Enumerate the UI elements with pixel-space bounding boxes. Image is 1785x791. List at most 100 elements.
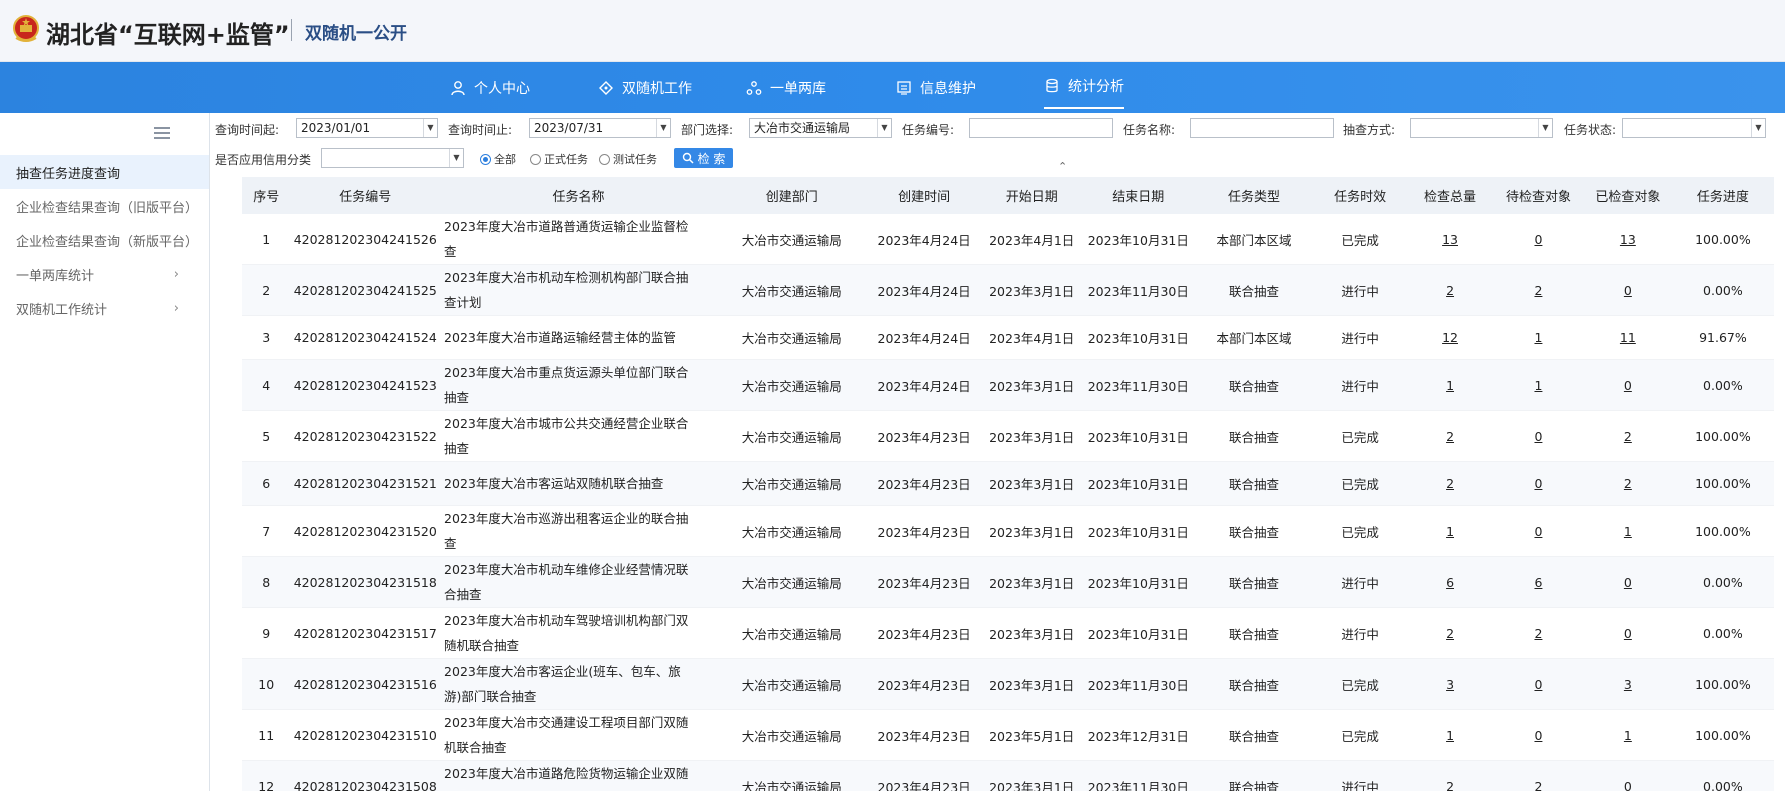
cell-total-link[interactable]: 2 bbox=[1446, 476, 1454, 491]
col-header-total[interactable]: 检查总量 bbox=[1407, 177, 1493, 214]
radio-all[interactable]: 全部 bbox=[480, 151, 516, 167]
cell-pending-link[interactable]: 2 bbox=[1534, 779, 1542, 791]
sidebar-item-result-old[interactable]: 企业检查结果查询（旧版平台） bbox=[0, 189, 209, 223]
col-header-progress[interactable]: 任务进度 bbox=[1671, 177, 1774, 214]
sidebar-item-label: 一单两库统计 bbox=[16, 268, 95, 284]
radio-test[interactable]: 测试任务 bbox=[599, 151, 657, 167]
cell-start-cell: 2023年3月1日 bbox=[981, 359, 1082, 411]
nav-item-personal-center[interactable]: 个人中心 bbox=[450, 62, 530, 113]
radio-formal[interactable]: 正式任务 bbox=[530, 151, 588, 167]
end-date-select[interactable]: 2023/07/31 ▼ bbox=[529, 118, 671, 138]
cell-code-cell: 420281202304231520 bbox=[290, 505, 441, 557]
table-row[interactable]: 4 420281202304241523 2023年度大冶市重点货运源头单位部门联合… bbox=[242, 359, 1774, 411]
col-header-done[interactable]: 已检查对象 bbox=[1583, 177, 1672, 214]
table-row[interactable]: 2 420281202304241525 2023年度大冶市机动车检测机构部门联合抽… bbox=[242, 264, 1774, 316]
cell-pending-link[interactable]: 1 bbox=[1534, 330, 1542, 345]
col-header-no[interactable]: 序号 bbox=[242, 177, 291, 214]
table-row[interactable]: 3 420281202304241524 2023年度大冶市道路运输经营主体的监管 大… bbox=[242, 315, 1774, 360]
cell-code: 420281202304231522 bbox=[293, 428, 437, 444]
cell-done-link[interactable]: 1 bbox=[1624, 728, 1632, 743]
col-header-name[interactable]: 任务名称 bbox=[440, 177, 717, 214]
cell-no: 1 bbox=[262, 231, 271, 247]
cell-total-link[interactable]: 2 bbox=[1446, 429, 1454, 444]
cell-dept: 大冶市交通运输局 bbox=[741, 477, 842, 492]
cell-total-link[interactable]: 12 bbox=[1442, 330, 1458, 345]
nav-item-random-work[interactable]: 双随机工作 bbox=[598, 62, 692, 113]
nav-item-statistics[interactable]: 统计分析 bbox=[1044, 65, 1124, 109]
cell-done-cell: 0 bbox=[1583, 556, 1672, 608]
dept-select[interactable]: 大冶市交通运输局 ▼ bbox=[749, 118, 892, 138]
table-row[interactable]: 9 420281202304231517 2023年度大冶市机动车驾驶培训机构部门双… bbox=[242, 607, 1774, 659]
cell-total-link[interactable]: 2 bbox=[1446, 626, 1454, 641]
menu-toggle-icon[interactable] bbox=[154, 127, 170, 139]
table-row[interactable]: 11 420281202304231510 2023年度大冶市交通建设工程项目部门双… bbox=[242, 709, 1774, 761]
cell-total-link[interactable]: 3 bbox=[1446, 677, 1454, 692]
cell-code-cell: 420281202304231521 bbox=[290, 461, 441, 506]
cell-done-link[interactable]: 11 bbox=[1620, 330, 1636, 345]
cell-pending-link[interactable]: 1 bbox=[1534, 378, 1542, 393]
cell-total-link[interactable]: 2 bbox=[1446, 779, 1454, 791]
cell-total-link[interactable]: 1 bbox=[1446, 728, 1454, 743]
cell-pending-link[interactable]: 0 bbox=[1534, 728, 1542, 743]
col-header-dept[interactable]: 创建部门 bbox=[716, 177, 867, 214]
method-select[interactable]: ▼ bbox=[1410, 118, 1553, 138]
cell-total-link[interactable]: 2 bbox=[1446, 283, 1454, 298]
cell-total-link[interactable]: 13 bbox=[1442, 232, 1458, 247]
col-header-type[interactable]: 任务类型 bbox=[1194, 177, 1314, 214]
sidebar-item-random-work-stats[interactable]: 双随机工作统计 › bbox=[0, 291, 209, 325]
table-row[interactable]: 8 420281202304231518 2023年度大冶市机动车维修企业经营情况联… bbox=[242, 556, 1774, 608]
col-header-code[interactable]: 任务编号 bbox=[290, 177, 441, 214]
cell-pending-link[interactable]: 6 bbox=[1534, 575, 1542, 590]
cell-done-link[interactable]: 0 bbox=[1624, 378, 1632, 393]
nav-item-info-maintenance[interactable]: 信息维护 bbox=[896, 62, 976, 113]
cell-total-link[interactable]: 1 bbox=[1446, 378, 1454, 393]
search-button[interactable]: 检 索 bbox=[674, 148, 733, 168]
col-header-pending[interactable]: 待检查对象 bbox=[1492, 177, 1584, 214]
cell-dept-cell: 大冶市交通运输局 bbox=[716, 556, 867, 608]
cell-done-link[interactable]: 2 bbox=[1624, 429, 1632, 444]
cell-total-link[interactable]: 6 bbox=[1446, 575, 1454, 590]
cell-done-link[interactable]: 13 bbox=[1620, 232, 1636, 247]
cell-done-link[interactable]: 0 bbox=[1624, 283, 1632, 298]
sidebar-item-one-list-stats[interactable]: 一单两库统计 › bbox=[0, 257, 209, 291]
cell-done-cell: 3 bbox=[1583, 658, 1672, 710]
nav-item-one-list-two-libs[interactable]: 一单两库 bbox=[746, 62, 826, 113]
cell-pending-link[interactable]: 2 bbox=[1534, 283, 1542, 298]
cell-done-link[interactable]: 2 bbox=[1624, 476, 1632, 491]
credit-select[interactable]: ▼ bbox=[321, 148, 464, 168]
radio-button bbox=[599, 153, 610, 165]
cell-done-link[interactable]: 1 bbox=[1624, 524, 1632, 539]
start-date-select[interactable]: 2023/01/01 ▼ bbox=[296, 118, 438, 138]
cell-pending-link[interactable]: 2 bbox=[1534, 626, 1542, 641]
table-row[interactable]: 10 420281202304231516 2023年度大冶市客运企业(班车、包车、… bbox=[242, 658, 1774, 710]
cell-pending-link[interactable]: 0 bbox=[1534, 232, 1542, 247]
status-select[interactable]: ▼ bbox=[1622, 118, 1766, 138]
col-header-created[interactable]: 创建时间 bbox=[866, 177, 982, 214]
col-header-end[interactable]: 结束日期 bbox=[1081, 177, 1195, 214]
table-row[interactable]: 5 420281202304231522 2023年度大冶市城市公共交通经营企业联合… bbox=[242, 410, 1774, 462]
cell-done-link[interactable]: 3 bbox=[1624, 677, 1632, 692]
cell-done-link[interactable]: 0 bbox=[1624, 779, 1632, 791]
cell-pending-link[interactable]: 0 bbox=[1534, 476, 1542, 491]
cell-status-cell: 已完成 bbox=[1313, 505, 1408, 557]
task-name-label: 任务名称: bbox=[1123, 123, 1176, 137]
task-no-input[interactable] bbox=[969, 118, 1113, 138]
sidebar-item-task-progress[interactable]: 抽查任务进度查询 bbox=[0, 155, 209, 189]
collapse-up-icon[interactable]: ⌃ bbox=[1058, 160, 1067, 173]
task-name-input[interactable] bbox=[1190, 118, 1334, 138]
cell-done-link[interactable]: 0 bbox=[1624, 626, 1632, 641]
cell-pending-link[interactable]: 0 bbox=[1534, 524, 1542, 539]
table-row[interactable]: 12 420281202304231508 2023年度大冶市道路危险货物运输企业双… bbox=[242, 760, 1774, 791]
cell-pending-link[interactable]: 0 bbox=[1534, 677, 1542, 692]
cell-done-cell: 11 bbox=[1583, 315, 1672, 360]
table-row[interactable]: 7 420281202304231520 2023年度大冶市巡游出租客运企业的联合抽… bbox=[242, 505, 1774, 557]
cell-done-link[interactable]: 0 bbox=[1624, 575, 1632, 590]
cell-start: 2023年3月1日 bbox=[989, 626, 1075, 642]
table-row[interactable]: 6 420281202304231521 2023年度大冶市客运站双随机联合抽查 大冶… bbox=[242, 461, 1774, 506]
col-header-status[interactable]: 任务时效 bbox=[1313, 177, 1408, 214]
table-row[interactable]: 1 420281202304241526 2023年度大冶市道路普通货运输企业监督检… bbox=[242, 214, 1774, 265]
cell-pending-link[interactable]: 0 bbox=[1534, 429, 1542, 444]
sidebar-item-result-new[interactable]: 企业检查结果查询（新版平台） bbox=[0, 223, 209, 257]
cell-total-link[interactable]: 1 bbox=[1446, 524, 1454, 539]
col-header-start[interactable]: 开始日期 bbox=[981, 177, 1082, 214]
